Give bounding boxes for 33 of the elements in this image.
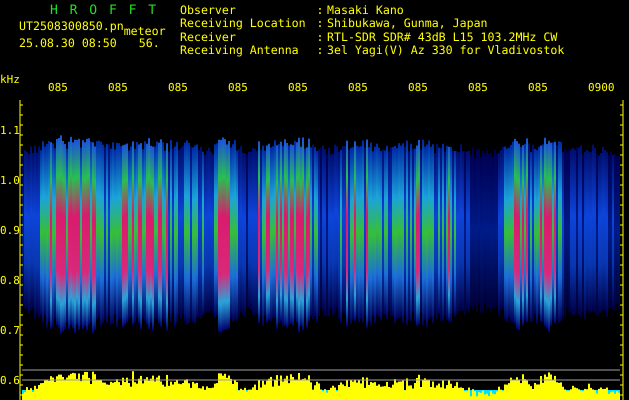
frequency-label: 0.6 bbox=[0, 374, 20, 387]
detection-count: 56. bbox=[138, 36, 160, 52]
time-label: 085 bbox=[288, 81, 308, 94]
field-label: Receiving Antenna bbox=[180, 44, 300, 57]
time-label: 085 bbox=[108, 81, 128, 94]
app-title: H R O F F T bbox=[49, 4, 160, 18]
frequency-label: 1.0 bbox=[0, 174, 20, 187]
field-separator: : bbox=[316, 30, 324, 44]
field-value: RTL-SDR SDR# 43dB L15 103.2MHz CW bbox=[327, 30, 558, 44]
file-name: UT2508300850.pn bbox=[19, 18, 124, 35]
field-label: Receiving Location bbox=[180, 17, 307, 30]
time-label: 0900 bbox=[588, 81, 614, 94]
time-label: 085 bbox=[408, 81, 428, 94]
frequency-label: 0.8 bbox=[0, 274, 20, 287]
time-label: 085 bbox=[228, 81, 248, 94]
frequency-label: 0.7 bbox=[0, 324, 20, 337]
time-label: 085 bbox=[168, 81, 188, 94]
field-label: Receiver bbox=[180, 30, 237, 44]
field-value: 3el Yagi(V) Az 330 for Vladivostok bbox=[327, 44, 564, 57]
field-value: Shibukawa, Gunma, Japan bbox=[327, 17, 489, 30]
time-label: 085 bbox=[468, 81, 488, 94]
field-value: Masaki Kano bbox=[327, 4, 405, 18]
time-label: 085 bbox=[528, 81, 548, 94]
field-label: Observer bbox=[180, 4, 237, 18]
axis-unit: kHz bbox=[0, 73, 20, 86]
field-separator: : bbox=[316, 44, 324, 57]
field-separator: : bbox=[316, 17, 324, 30]
time-label: 085 bbox=[48, 81, 68, 94]
timestamp: 25.08.30 08:50 bbox=[19, 35, 117, 52]
field-separator: : bbox=[316, 4, 324, 18]
frequency-label: 1.1 bbox=[0, 124, 20, 137]
time-label: 085 bbox=[348, 81, 368, 94]
frequency-label: 0.9 bbox=[0, 224, 20, 237]
